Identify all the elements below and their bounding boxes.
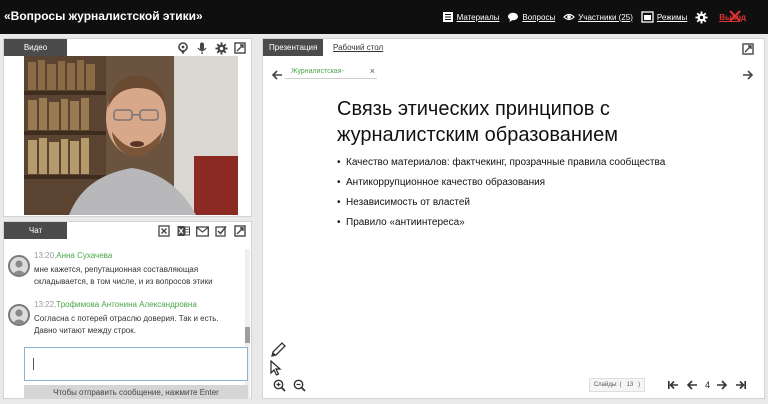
slide-bullet: Правило «антиинтереса» bbox=[337, 216, 737, 229]
slides-close: ) bbox=[638, 382, 641, 388]
settings-button[interactable] bbox=[695, 10, 711, 24]
avatar bbox=[8, 304, 30, 326]
slides-total: 13 bbox=[626, 382, 634, 388]
participants-label: Участники (25) bbox=[578, 12, 633, 22]
participants-link[interactable]: Участники (25) bbox=[563, 11, 633, 23]
tab-presentation[interactable]: Презентация bbox=[263, 39, 324, 56]
materials-link[interactable]: Материалы bbox=[442, 11, 500, 23]
chat-message: 13:22,Трофимова Антонина Александровна С… bbox=[6, 300, 244, 340]
chat-tools bbox=[152, 224, 247, 238]
send-hint[interactable]: Чтобы отправить сообщение, нажмите Enter bbox=[24, 385, 248, 399]
questions-link[interactable]: Вопросы bbox=[507, 11, 555, 23]
message-time: 13:20, bbox=[34, 251, 57, 260]
message-text: мне кажется, репутационная составляющая … bbox=[34, 265, 213, 286]
document-name: Журналистская- bbox=[291, 68, 344, 75]
message-header: 13:22,Трофимова Антонина Александровна bbox=[34, 300, 197, 309]
cursor-pointer-icon[interactable] bbox=[269, 359, 283, 381]
close-icon[interactable] bbox=[728, 9, 742, 23]
chat-input[interactable] bbox=[24, 347, 248, 381]
presentation-panel: Презентация Рабочий стол Журналистская- … bbox=[262, 38, 765, 399]
slide-bullet: Антикоррупционное качество образования bbox=[337, 176, 737, 189]
speech-bubble-icon bbox=[507, 11, 519, 23]
clear-chat-icon[interactable] bbox=[157, 224, 171, 238]
export-excel-icon[interactable] bbox=[176, 224, 190, 238]
last-slide-icon[interactable] bbox=[734, 378, 748, 392]
event-title: «Вопросы журналистской этики» bbox=[4, 9, 203, 23]
slide-title: Связь этических принципов с журналистски… bbox=[337, 98, 618, 146]
current-page: 4 bbox=[705, 380, 711, 390]
gear-icon[interactable] bbox=[214, 41, 228, 55]
arrow-right-icon[interactable] bbox=[742, 68, 754, 80]
slide-bullet: Качество материалов: фактчекинг, прозрач… bbox=[337, 156, 737, 169]
message-time: 13:22, bbox=[34, 300, 57, 309]
top-nav: Материалы Вопросы Участники (25) Режимы bbox=[434, 0, 746, 34]
eye-icon bbox=[563, 11, 576, 23]
video-panel: Видео bbox=[3, 38, 252, 217]
gear-icon bbox=[695, 10, 708, 24]
slide-bullets: Качество материалов: фактчекинг, прозрач… bbox=[337, 156, 737, 236]
questions-label: Вопросы bbox=[522, 12, 556, 22]
microphone-icon[interactable] bbox=[195, 41, 209, 55]
zoom-in-icon[interactable] bbox=[273, 379, 286, 397]
message-header: 13:20,Анна Сухачева bbox=[34, 251, 112, 260]
text-caret bbox=[33, 358, 34, 370]
avatar bbox=[8, 255, 30, 277]
modes-label: Режимы bbox=[656, 12, 688, 22]
location-pin-icon[interactable] bbox=[176, 41, 190, 55]
document-tab[interactable]: Журналистская- × bbox=[285, 66, 377, 79]
chat-tab[interactable]: Чат bbox=[4, 222, 67, 239]
top-bar: «Вопросы журналистской этики» Материалы … bbox=[0, 0, 768, 34]
tab-desktop[interactable]: Рабочий стол bbox=[327, 39, 389, 56]
video-feed bbox=[24, 56, 238, 215]
expand-icon[interactable] bbox=[233, 224, 247, 238]
prev-slide-icon[interactable] bbox=[685, 378, 699, 392]
expand-icon[interactable] bbox=[233, 41, 247, 55]
materials-label: Материалы bbox=[456, 12, 500, 22]
chat-message: 13:20,Анна Сухачева мне кажется, репутац… bbox=[6, 251, 244, 291]
slides-label: Слайды: ( bbox=[593, 382, 622, 388]
checkbox-icon[interactable] bbox=[214, 224, 228, 238]
message-text: Согласна с потерей отраслю доверия. Так … bbox=[34, 314, 219, 335]
close-document-icon[interactable]: × bbox=[370, 66, 375, 76]
slide-bullet: Независимость от властей bbox=[337, 196, 737, 209]
video-image bbox=[24, 56, 238, 215]
zoom-out-icon[interactable] bbox=[293, 379, 306, 397]
scrollbar-thumb[interactable] bbox=[245, 327, 250, 343]
arrow-left-icon[interactable] bbox=[271, 68, 283, 80]
window-modes-icon bbox=[641, 11, 654, 23]
slides-count-box: Слайды: ( 13 ) bbox=[589, 378, 645, 392]
app-window: «Вопросы журналистской этики» Материалы … bbox=[0, 0, 768, 404]
video-tab[interactable]: Видео bbox=[4, 39, 67, 56]
chat-panel: Чат 13:20,Анна Сухачева мне кажется, реп… bbox=[3, 221, 252, 399]
materials-icon bbox=[442, 11, 454, 23]
message-author[interactable]: Анна Сухачева bbox=[56, 251, 112, 260]
first-slide-icon[interactable] bbox=[666, 378, 680, 392]
envelope-icon[interactable] bbox=[195, 224, 209, 238]
next-slide-icon[interactable] bbox=[715, 378, 729, 392]
slide-pager: 4 bbox=[661, 378, 748, 392]
modes-link[interactable]: Режимы bbox=[641, 11, 687, 23]
video-tools bbox=[171, 41, 247, 55]
expand-icon[interactable] bbox=[742, 42, 754, 55]
message-author[interactable]: Трофимова Антонина Александровна bbox=[56, 300, 197, 309]
